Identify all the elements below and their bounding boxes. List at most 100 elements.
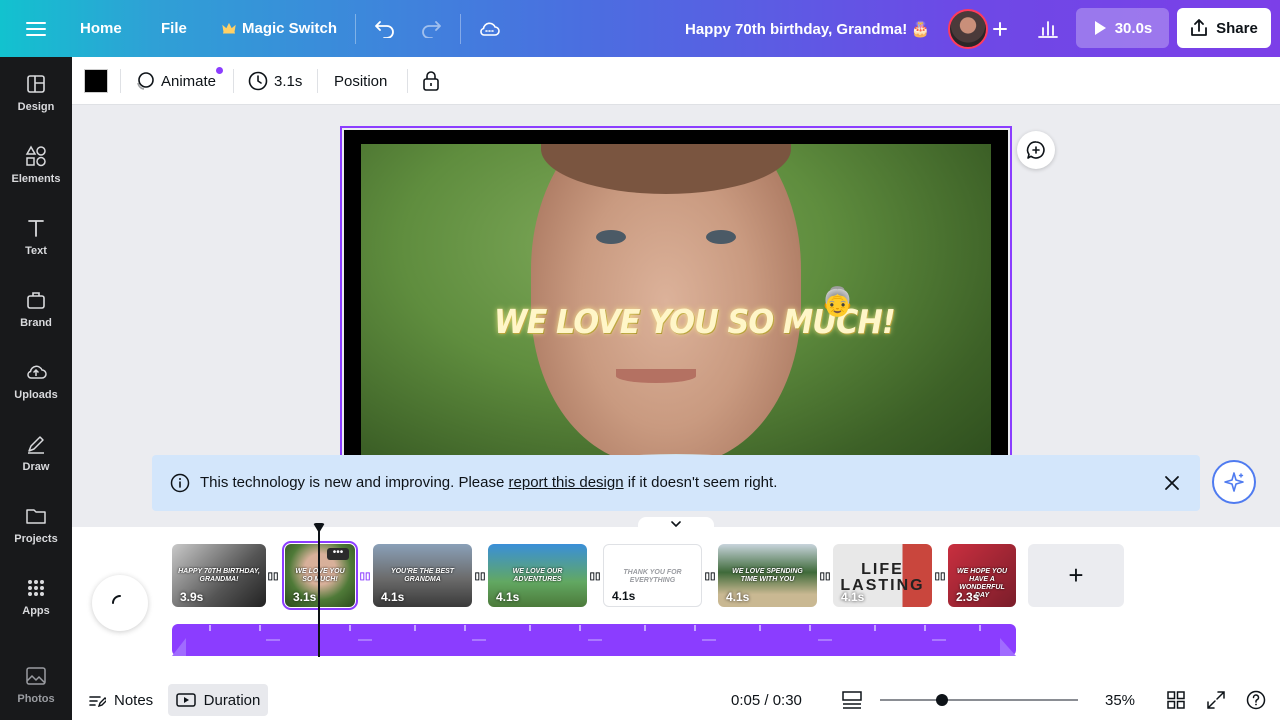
transition-button[interactable]: ▯▯	[473, 569, 487, 583]
sidebar-item-uploads[interactable]: Uploads	[0, 351, 72, 411]
magic-switch-button[interactable]: Magic Switch	[222, 0, 337, 57]
animate-button[interactable]: Animate	[135, 57, 223, 105]
transition-button[interactable]: ▯▯	[588, 569, 602, 583]
cloud-save-button[interactable]	[478, 0, 500, 57]
transition-button[interactable]: ▯▯	[266, 569, 280, 583]
photo-mouth	[616, 369, 696, 383]
hamburger-icon	[26, 21, 46, 36]
position-button[interactable]: Position	[334, 57, 387, 105]
transition-button[interactable]: ▯▯	[703, 569, 717, 583]
bottom-bar: Notes Duration 0:05 / 0:30 35%	[72, 680, 1280, 720]
image-icon	[26, 667, 46, 685]
collapse-timeline-button[interactable]	[638, 517, 714, 531]
add-collaborator-button[interactable]	[980, 9, 1020, 49]
undo-button[interactable]	[374, 0, 396, 57]
duration-label: Duration	[203, 691, 261, 709]
clip-duration: 2.3s	[956, 590, 980, 604]
sidebar-item-label: Uploads	[14, 389, 58, 401]
banner-message: This technology is new and improving. Pl…	[200, 474, 777, 491]
insights-button[interactable]	[1028, 9, 1068, 49]
layout-icon	[27, 75, 45, 93]
share-icon	[1191, 19, 1208, 36]
timeline-clip[interactable]: LIFE LASTING 4.1s	[833, 544, 932, 607]
sidebar-item-apps[interactable]: Apps	[0, 567, 72, 627]
close-icon	[1165, 476, 1179, 490]
divider	[407, 69, 408, 93]
transition-button[interactable]: ▯▯	[358, 569, 372, 583]
undo-icon	[375, 20, 394, 38]
home-button[interactable]: Home	[80, 0, 122, 57]
timeline-clip-selected[interactable]: WE LOVE YOU SO MUCH! ••• 3.1s	[282, 541, 358, 610]
transition-button[interactable]: ▯▯	[933, 569, 947, 583]
timeline-clip[interactable]: HAPPY 70TH BIRTHDAY, GRANDMA! 3.9s	[172, 544, 266, 607]
transition-button[interactable]: ▯▯	[818, 569, 832, 583]
play-button[interactable]: 30.0s	[1076, 8, 1169, 48]
zoom-level[interactable]: 35%	[1105, 680, 1135, 720]
sidebar-item-label: Projects	[14, 533, 58, 545]
timeline-clip[interactable]: WE LOVE SPENDING TIME WITH YOU 4.1s	[718, 544, 817, 607]
clip-caption: YOU'RE THE BEST GRANDMA	[390, 568, 455, 583]
redo-button[interactable]	[420, 0, 442, 57]
grid-view-button[interactable]	[1167, 680, 1185, 720]
design-title[interactable]: Happy 70th birthday, Grandma! 🎂	[685, 0, 930, 57]
comment-add-icon	[1026, 141, 1045, 159]
help-button[interactable]	[1246, 680, 1266, 720]
clip-more-icon[interactable]: •••	[327, 548, 349, 560]
menu-button[interactable]	[26, 0, 46, 57]
sidebar-item-label: Photos	[17, 693, 55, 705]
timing-label: 3.1s	[274, 72, 303, 90]
magic-assistant-button[interactable]	[1212, 460, 1256, 504]
divider	[355, 14, 356, 44]
notes-button[interactable]: Notes	[88, 680, 153, 720]
brand-icon	[27, 292, 45, 309]
lock-button[interactable]	[422, 57, 440, 105]
sidebar-item-projects[interactable]: Projects	[0, 495, 72, 555]
zoom-slider-track[interactable]	[880, 699, 1078, 701]
sidebar-item-photos[interactable]: Photos	[0, 655, 72, 715]
audio-track[interactable]	[172, 624, 1016, 656]
timeline-clip[interactable]: WE LOVE OUR ADVENTURES 4.1s	[488, 544, 587, 607]
duration-button[interactable]: Duration	[168, 684, 268, 716]
add-page-button[interactable]: +	[1028, 544, 1124, 607]
text-icon	[28, 220, 44, 237]
playhead[interactable]	[318, 527, 320, 657]
clip-duration: 4.1s	[726, 590, 750, 604]
divider	[233, 69, 234, 93]
folder-icon	[26, 509, 46, 524]
timeline-clip[interactable]: YOU'RE THE BEST GRANDMA 4.1s	[373, 544, 472, 607]
grid-view-icon	[1167, 691, 1185, 709]
play-icon	[1094, 21, 1106, 35]
clip-duration: 4.1s	[612, 589, 636, 603]
color-swatch-button[interactable]	[84, 57, 108, 105]
page-view-toggle[interactable]	[842, 680, 862, 720]
cloud-upload-icon	[27, 365, 47, 379]
timeline-clip[interactable]: THANK YOU FOR EVERYTHING 4.1s	[603, 544, 702, 607]
sidebar-item-label: Brand	[20, 317, 52, 329]
zoom-slider-thumb[interactable]	[936, 694, 948, 706]
clip-caption: THANK YOU FOR EVERYTHING	[623, 569, 682, 584]
fullscreen-button[interactable]	[1207, 680, 1225, 720]
expand-icon	[1207, 691, 1225, 709]
clock-icon	[248, 71, 268, 91]
playback-time: 0:05 / 0:30	[731, 691, 802, 709]
new-badge-dot	[216, 67, 223, 74]
sidebar-item-elements[interactable]: Elements	[0, 135, 72, 195]
divider	[460, 14, 461, 44]
close-banner-button[interactable]	[1162, 473, 1182, 493]
banner-text-before: This technology is new and improving. Pl…	[200, 474, 505, 491]
sidebar-item-brand[interactable]: Brand	[0, 279, 72, 339]
add-comment-button[interactable]	[1017, 131, 1055, 169]
clip-caption: HAPPY 70TH BIRTHDAY, GRANDMA!	[178, 568, 260, 583]
video-icon	[175, 693, 196, 707]
info-banner: This technology is new and improving. Pl…	[152, 455, 1200, 511]
sidebar-item-design[interactable]: Design	[0, 63, 72, 123]
timing-button[interactable]: 3.1s	[248, 57, 302, 105]
file-button[interactable]: File	[161, 0, 187, 57]
sidebar-item-text[interactable]: Text	[0, 207, 72, 267]
share-button[interactable]: Share	[1177, 8, 1271, 48]
timeline-clip[interactable]: WE HOPE YOU HAVE A WONDERFUL DAY 2.3s	[948, 544, 1016, 607]
design-page[interactable]: WE LOVE YOU SO MUCH! 👵	[344, 130, 1008, 470]
grandma-emoji[interactable]: 👵	[820, 285, 855, 318]
report-design-link[interactable]: report this design	[509, 474, 624, 491]
sidebar-item-draw[interactable]: Draw	[0, 423, 72, 483]
